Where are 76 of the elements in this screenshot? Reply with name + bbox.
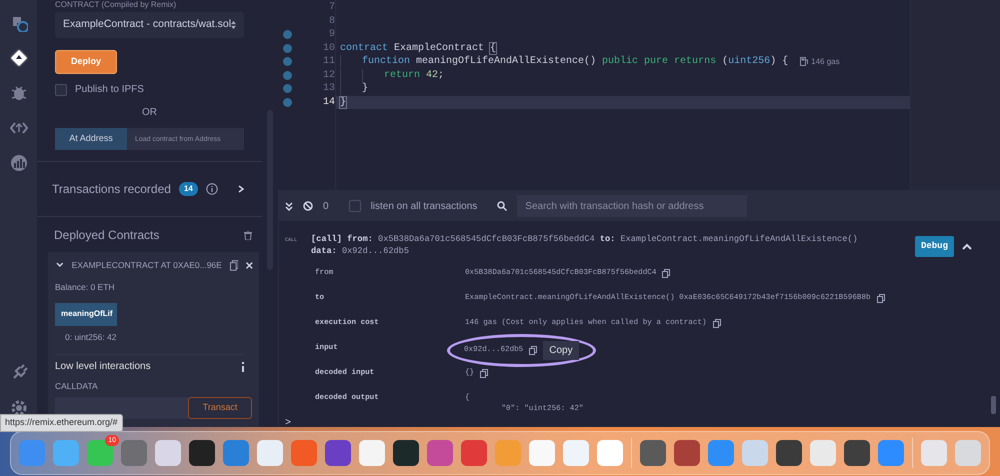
app-icon[interactable] [393, 440, 419, 466]
field-label: CALLDATA [55, 381, 98, 392]
line-number: 8 [328, 14, 335, 29]
app-icon[interactable] [189, 440, 215, 466]
code-line: contract ExampleContract { [340, 42, 496, 56]
close-icon[interactable] [246, 262, 253, 269]
copy-icon[interactable] [712, 319, 721, 328]
line-number: 12 [322, 68, 335, 83]
search-icon [497, 201, 508, 211]
code-line: function meaningOfLifeAndAllExistence() public pure returns (uint256) { [362, 54, 788, 70]
app-icon[interactable] [674, 440, 700, 466]
block-icon[interactable] [303, 201, 313, 211]
log-summary: data: 0x92d...62db5 [311, 245, 410, 257]
or-text: OR [142, 107, 157, 118]
breakpoint-dot[interactable] [283, 70, 292, 80]
bug-icon[interactable] [10, 84, 28, 102]
line-number: 14 [322, 96, 335, 110]
checkbox-label: Publish to IPFS [75, 83, 144, 97]
info-icon [206, 183, 218, 195]
line-number: 13 [322, 82, 335, 96]
checkbox[interactable] [348, 200, 361, 212]
breakpoint-dot[interactable] [283, 44, 292, 53]
status-url-tooltip: https://remix.ethereum.org/# [0, 414, 123, 432]
settings-icon[interactable] [10, 399, 28, 417]
gas-estimate: 146 gas [811, 56, 840, 68]
at-address-button[interactable]: At Address [55, 128, 127, 150]
debug-button[interactable]: Debug [914, 236, 954, 257]
search-field[interactable]: Search with transaction hash or address [517, 195, 748, 217]
info-icon [241, 362, 245, 372]
count-badge: 14 [178, 182, 198, 196]
breakpoint-dot[interactable] [283, 84, 292, 94]
chevron-down-icon[interactable] [56, 262, 64, 268]
breakpoint-dot[interactable] [283, 30, 292, 40]
copy-icon[interactable] [876, 294, 885, 304]
line-number: 10 [322, 42, 335, 56]
double-chevron-icon[interactable] [285, 202, 293, 210]
copy-icon[interactable] [662, 269, 670, 278]
app-icon[interactable] [776, 440, 802, 466]
prompt-symbol: > [285, 418, 292, 429]
code-line: } [362, 82, 368, 96]
chevron-right-icon[interactable] [238, 185, 244, 193]
code-line: return 42; [384, 68, 444, 83]
section-title: Deployed Contracts [54, 227, 160, 244]
copy-icon[interactable] [480, 369, 488, 378]
line-number: 11 [322, 55, 335, 70]
pending-count: 0 [323, 200, 329, 214]
balance-text: Balance: 0 ETH [55, 280, 116, 294]
breakpoint-dot[interactable] [283, 57, 292, 66]
line-number: 9 [328, 28, 335, 42]
chart-circle-icon[interactable] [10, 154, 28, 172]
section-title: Transactions recorded [52, 181, 171, 198]
scrollbar[interactable] [991, 396, 996, 414]
checkbox-label: listen on all transactions [370, 200, 478, 214]
fuel-pump-icon [800, 57, 808, 66]
log-summary: [call] from: 0x5B38Da6a701c568545dCfcB03FcB875f56beddC4 to: ExampleContract.meaningOfLifeAndAllExistence() [311, 233, 858, 245]
section-label: CONTRACT (Compiled by Remix) [55, 0, 178, 9]
chevron-up-icon[interactable] [962, 243, 972, 250]
app-icon[interactable] [640, 440, 666, 466]
trash-icon[interactable] [244, 230, 252, 240]
copy-icon[interactable] [230, 260, 238, 271]
code-line: } [340, 96, 346, 110]
copy-tooltip: Copy [543, 341, 579, 360]
contract-select[interactable]: ExampleContract - contracts/wat.sol [55, 12, 244, 38]
copy-icon[interactable] [529, 346, 538, 355]
line-number: 7 [328, 1, 335, 16]
function-button[interactable]: meaningOfLif [55, 302, 117, 326]
section-title: Low level interactions [55, 360, 151, 374]
transact-button[interactable]: Transact [188, 397, 252, 419]
instance-title: EXAMPLECONTRACT AT 0XAE0...96E [72, 259, 222, 272]
output-text: 0: uint256: 42 [65, 332, 117, 342]
sort-arrows-icon [231, 20, 236, 30]
app-icon[interactable] [325, 440, 351, 466]
breakpoint-dot[interactable] [283, 98, 292, 107]
app-icon[interactable] [844, 440, 870, 466]
checkbox[interactable] [55, 84, 67, 96]
diamond-arrow-icon[interactable] [10, 49, 28, 67]
